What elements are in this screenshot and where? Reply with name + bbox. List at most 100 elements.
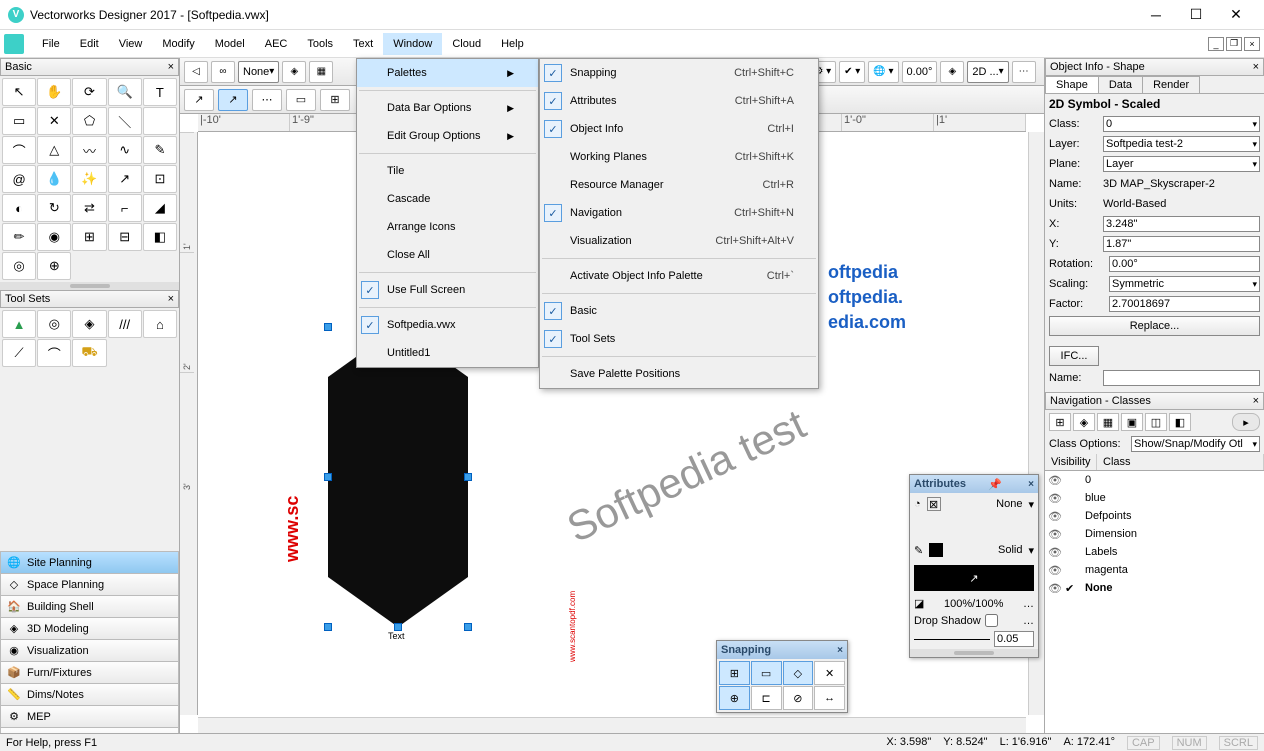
dd-scaling[interactable]: Symmetric [1109, 276, 1260, 292]
snapping-header[interactable]: Snapping× [717, 641, 847, 659]
lineweight-input[interactable] [994, 631, 1034, 647]
ts-tool-6[interactable]: ⟋ [2, 339, 36, 367]
tab-shape[interactable]: Shape [1045, 76, 1099, 93]
tool-curve[interactable]: 〰 [72, 136, 106, 164]
close-icon[interactable]: × [1253, 61, 1259, 73]
snap-edge[interactable]: ⊏ [751, 686, 782, 710]
menu-cascade[interactable]: Cascade [357, 185, 538, 213]
tool-stamp[interactable]: ◉ [37, 223, 71, 251]
tool-bounds[interactable]: ⊡ [143, 165, 177, 193]
drag-handle[interactable] [0, 282, 179, 290]
nav-btn-6[interactable]: ◧ [1169, 413, 1191, 431]
mode-3[interactable]: ⋯ [252, 89, 282, 111]
tb-view[interactable]: ▦ [309, 61, 333, 83]
ts-building-shell[interactable]: 🏠Building Shell [0, 595, 179, 617]
attributes-header[interactable]: Attributes📌× [910, 475, 1038, 493]
menu-model[interactable]: Model [205, 33, 255, 55]
class-row[interactable]: 👁✔None [1045, 579, 1264, 597]
nav-btn-4[interactable]: ▣ [1121, 413, 1143, 431]
input-rotation[interactable] [1109, 256, 1260, 272]
menu-close-all[interactable]: Close All [357, 241, 538, 269]
input-y[interactable] [1103, 236, 1260, 252]
tb-deg[interactable]: 0.00° [902, 61, 938, 83]
ts-tool-8[interactable]: ⛟ [72, 339, 106, 367]
tool-rotate[interactable]: ↻ [37, 194, 71, 222]
fill-swatch[interactable]: ⊠ [927, 497, 941, 511]
ts-3d-modeling[interactable]: ◈3D Modeling [0, 617, 179, 639]
menu-doc-untitled[interactable]: Untitled1 [357, 339, 538, 367]
nav-btn-expand[interactable]: ▸ [1232, 413, 1260, 431]
tool-eraser[interactable]: ◧ [143, 223, 177, 251]
tb-link[interactable]: ∞ [211, 61, 235, 83]
close-icon[interactable]: × [1253, 395, 1259, 407]
tool-zoom-plus[interactable]: ⟳ [72, 78, 106, 106]
mode-2[interactable]: ↗ [218, 89, 248, 111]
ts-furn-fixtures[interactable]: 📦Furn/Fixtures [0, 661, 179, 683]
replace-button[interactable]: Replace... [1049, 316, 1260, 336]
tool-mirror[interactable]: ⇄ [72, 194, 106, 222]
ifc-button[interactable]: IFC... [1049, 346, 1099, 366]
menu-tile[interactable]: Tile [357, 157, 538, 185]
menu-tools[interactable]: Tools [297, 33, 343, 55]
snap-object[interactable]: ▭ [751, 661, 782, 685]
menu-cloud[interactable]: Cloud [442, 33, 491, 55]
menu-help[interactable]: Help [491, 33, 534, 55]
mode-5[interactable]: ⊞ [320, 89, 350, 111]
ts-dims-notes[interactable]: 📏Dims/Notes [0, 683, 179, 705]
ts-space-planning[interactable]: ◇Space Planning [0, 573, 179, 595]
snap-smart[interactable]: ⊕ [719, 686, 750, 710]
menu-aec[interactable]: AEC [255, 33, 298, 55]
menu-modify[interactable]: Modify [152, 33, 204, 55]
tool-dropper[interactable]: 💧 [37, 165, 71, 193]
ts-visualization[interactable]: ◉Visualization [0, 639, 179, 661]
submenu-activate-objinfo[interactable]: Activate Object Info PaletteCtrl+` [540, 262, 818, 290]
class-row[interactable]: 👁magenta [1045, 561, 1264, 579]
basic-palette-header[interactable]: Basic× [0, 58, 179, 76]
menu-text[interactable]: Text [343, 33, 383, 55]
minimize-button[interactable]: ─ [1136, 0, 1176, 30]
class-row[interactable]: 👁blue [1045, 489, 1264, 507]
ts-tool-3[interactable]: ◈ [72, 310, 106, 338]
drag-handle[interactable] [910, 649, 1038, 657]
input-x[interactable] [1103, 216, 1260, 232]
fill-mode[interactable]: None [947, 498, 1023, 510]
app-menu-icon[interactable] [4, 34, 24, 54]
tool-triangle[interactable]: △ [37, 136, 71, 164]
tool-misc3[interactable]: ⊟ [108, 223, 142, 251]
tb-back[interactable]: ◁ [184, 61, 208, 83]
submenu-workingplanes[interactable]: Working PlanesCtrl+Shift+K [540, 143, 818, 171]
tool-polygon[interactable]: ⬠ [72, 107, 106, 135]
nav-btn-2[interactable]: ◈ [1073, 413, 1095, 431]
menu-doc-softpedia[interactable]: ✓Softpedia.vwx [357, 311, 538, 339]
close-icon[interactable]: × [1028, 479, 1034, 490]
menu-fullscreen[interactable]: ✓Use Full Screen [357, 276, 538, 304]
scrollbar-horizontal[interactable] [198, 717, 1026, 733]
pen-mode[interactable]: Solid [949, 544, 1022, 556]
menu-file[interactable]: File [32, 33, 70, 55]
tool-pointer[interactable]: ↗ [108, 165, 142, 193]
tool-line[interactable]: ＼ [108, 107, 142, 135]
submenu-navigation[interactable]: ✓NavigationCtrl+Shift+N [540, 199, 818, 227]
tb-globe[interactable]: 🌐 ▾ [868, 61, 898, 83]
nav-btn-3[interactable]: ▦ [1097, 413, 1119, 431]
eye-icon[interactable]: 👁 [1045, 474, 1065, 487]
tab-render[interactable]: Render [1142, 76, 1200, 93]
tb-stack[interactable]: ◈ [940, 61, 964, 83]
eye-icon[interactable]: 👁 [1045, 492, 1065, 505]
tool-pencil[interactable]: ✏ [2, 223, 36, 251]
dd-class[interactable]: 0 [1103, 116, 1260, 132]
ts-tool-4[interactable]: /// [108, 310, 142, 338]
mode-1[interactable]: ↗ [184, 89, 214, 111]
navigation-header[interactable]: Navigation - Classes× [1045, 392, 1264, 410]
tool-a[interactable]: ◎ [2, 252, 36, 280]
menu-palettes[interactable]: Palettes▶ [357, 59, 538, 87]
dd-layer[interactable]: Softpedia test-2 [1103, 136, 1260, 152]
ts-tool-5[interactable]: ⌂ [143, 310, 177, 338]
tool-spline[interactable]: ∿ [108, 136, 142, 164]
tool-misc2[interactable]: ⊞ [72, 223, 106, 251]
submenu-basic[interactable]: ✓Basic [540, 297, 818, 325]
class-row[interactable]: 👁Labels [1045, 543, 1264, 561]
input-name2[interactable] [1103, 370, 1260, 386]
tb-ok[interactable]: ✔ ▾ [839, 61, 865, 83]
tab-data[interactable]: Data [1098, 76, 1143, 93]
